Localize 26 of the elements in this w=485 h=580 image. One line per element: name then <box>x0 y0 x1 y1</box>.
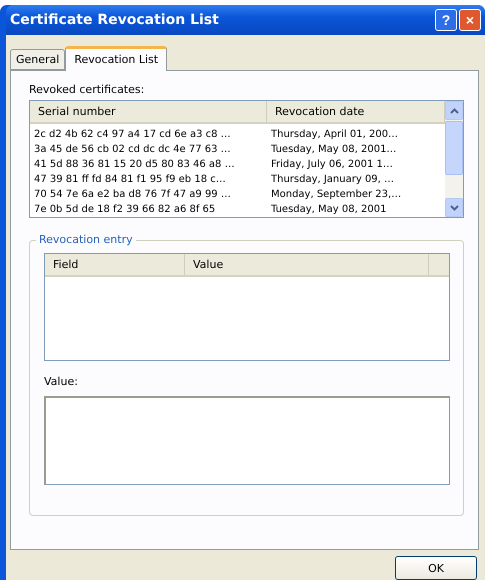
close-button[interactable]: × <box>459 9 481 31</box>
table-cell-text: 3a 45 de 56 cb 02 cd dc dc 4e 77 63 … <box>33 143 232 157</box>
value-label: Value: <box>44 375 79 388</box>
table-cell-text: 2c d2 4b 62 c4 97 a4 17 cd 6e a3 c8 … <box>33 128 232 142</box>
tab[interactable]: General <box>10 49 66 70</box>
table-cell-text: 47 39 81 ff fd 84 81 f1 95 f9 eb 18 c… <box>33 173 227 187</box>
column-header[interactable]: Field <box>45 254 185 275</box>
tab[interactable]: Revocation List <box>65 46 168 71</box>
ok-button[interactable]: OK <box>395 556 477 580</box>
table-cell-text: 41 5d 88 36 81 15 20 d5 80 83 46 a8 … <box>33 158 236 172</box>
table-cell-text: Friday, July 06, 2001 1… <box>270 158 394 172</box>
table-cell-text: Tuesday, May 08, 2001… <box>270 143 398 157</box>
help-button[interactable]: ? <box>435 9 457 31</box>
value-field[interactable] <box>44 396 450 485</box>
scroll-bar[interactable] <box>445 101 463 217</box>
table-cell-text: Thursday, April 01, 200… <box>270 128 400 142</box>
table-cell-text: 7e 0b 5d de 18 f2 39 66 82 a6 8f 65 <box>33 203 216 217</box>
window-title: Certificate Revocation List <box>10 12 220 28</box>
table-cell-text: 70 54 7e 6a e2 ba d8 76 7f 47 a9 99 … <box>33 188 232 202</box>
column-header[interactable]: Value <box>185 254 429 275</box>
column-header[interactable]: Serial number <box>30 101 267 122</box>
group-title: Revocation entry <box>36 233 136 246</box>
table-cell-text: Thursday, January 09, … <box>270 173 396 187</box>
revoked-label: Revoked certificates: <box>29 83 146 96</box>
table-cell-text: Tuesday, May 08, 2001 <box>270 203 388 217</box>
table-cell-text: Monday, September 23,… <box>270 188 402 202</box>
